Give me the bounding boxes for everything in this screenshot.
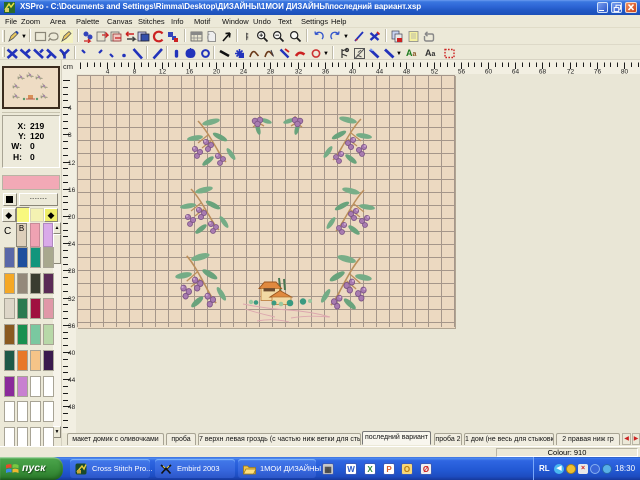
svg-text:24: 24 [68, 241, 76, 248]
svg-text:32: 32 [68, 296, 76, 303]
svg-text:28: 28 [68, 268, 76, 275]
svg-text:16: 16 [68, 187, 76, 194]
svg-text:44: 44 [68, 377, 76, 384]
svg-text:40: 40 [68, 350, 76, 357]
svg-text:36: 36 [68, 323, 76, 330]
svg-text:12: 12 [68, 160, 76, 167]
svg-text:48: 48 [68, 404, 76, 411]
svg-text:4: 4 [68, 105, 72, 112]
svg-text:8: 8 [68, 132, 72, 139]
svg-text:20: 20 [68, 214, 76, 221]
